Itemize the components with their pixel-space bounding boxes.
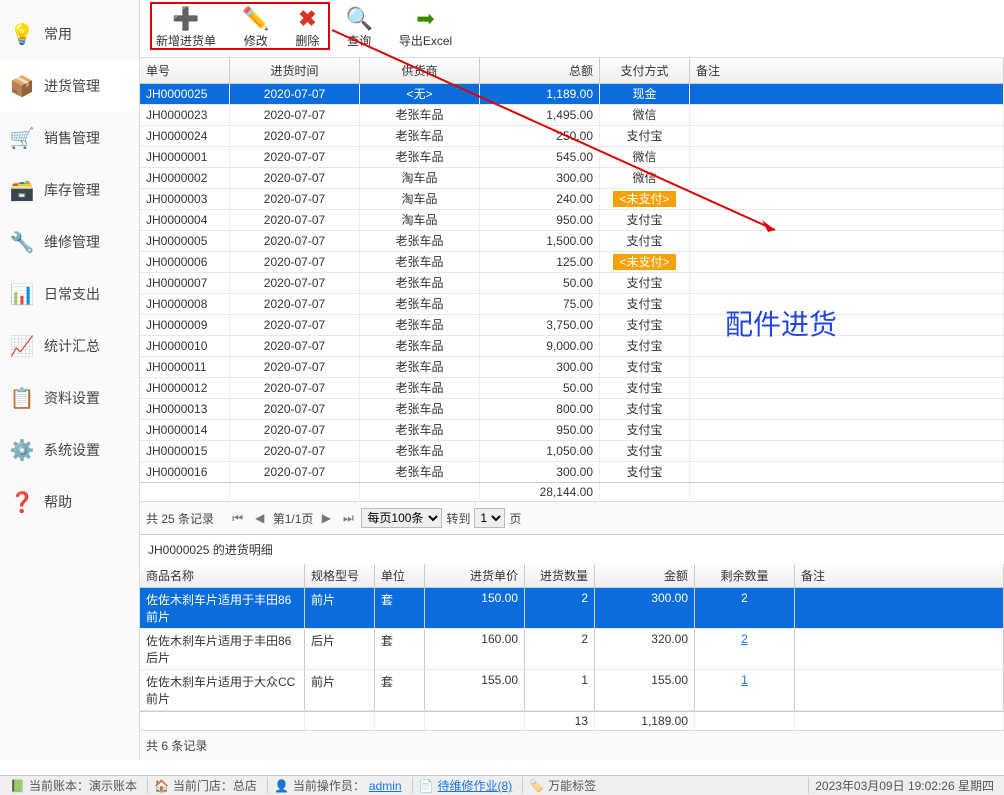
toolbar: ➕新增进货单 ✏️修改 ✖删除 🔍查询 ➡导出Excel bbox=[140, 0, 1004, 58]
sidebar-icon: ⚙️ bbox=[10, 438, 34, 462]
sb-store[interactable]: 🏠 当前门店：总店 bbox=[147, 777, 263, 794]
sidebar-label: 统计汇总 bbox=[44, 336, 100, 356]
table-row[interactable]: JH00000152020-07-07老张车品1,050.00支付宝 bbox=[140, 441, 1004, 462]
pager-size[interactable]: 每页100条 bbox=[361, 508, 442, 528]
sidebar-item-6[interactable]: 📈 统计汇总 bbox=[0, 320, 139, 372]
table-row[interactable]: JH00000062020-07-07老张车品125.00<未支付> bbox=[140, 252, 1004, 273]
sidebar-item-8[interactable]: ⚙️ 系统设置 bbox=[0, 424, 139, 476]
sidebar-icon: 📋 bbox=[10, 386, 34, 410]
sidebar-item-2[interactable]: 🛒 销售管理 bbox=[0, 112, 139, 164]
table-row[interactable]: JH00000122020-07-07老张车品50.00支付宝 bbox=[140, 378, 1004, 399]
sidebar-icon: 🗃️ bbox=[10, 178, 34, 202]
detail-body[interactable]: 佐佐木刹车片适用于丰田86 前片前片套150.002300.002佐佐木刹车片适… bbox=[140, 588, 1004, 711]
sidebar-icon: 📈 bbox=[10, 334, 34, 358]
table-row[interactable]: JH00000132020-07-07老张车品800.00支付宝 bbox=[140, 399, 1004, 420]
sb-labels[interactable]: 🏷️ 万能标签 bbox=[522, 777, 602, 794]
table-row[interactable]: JH00000092020-07-07老张车品3,750.00支付宝 bbox=[140, 315, 1004, 336]
sidebar: 💡 常用 📦 进货管理 🛒 销售管理 🗃️ 库存管理 🔧 维修管理 📊 日常支出 📈 统计汇总 📋 资料设置 ⚙… bbox=[0, 0, 140, 760]
table-row[interactable]: JH00000252020-07-07<无>1,189.00现金 bbox=[140, 84, 1004, 105]
sidebar-item-0[interactable]: 💡 常用 bbox=[0, 8, 139, 60]
sb-account[interactable]: 📗 当前账本：演示账本 bbox=[4, 777, 143, 794]
add-button[interactable]: ➕新增进货单 bbox=[152, 6, 220, 51]
detail-row[interactable]: 佐佐木刹车片适用于大众CC 前片前片套155.001155.001 bbox=[140, 670, 1004, 711]
col-amount[interactable]: 总额 bbox=[480, 58, 600, 83]
sb-pending[interactable]: 📄 待维修作业(8) bbox=[412, 777, 519, 794]
sidebar-icon: 📦 bbox=[10, 74, 34, 98]
sidebar-icon: 🛒 bbox=[10, 126, 34, 150]
col-date[interactable]: 进货时间 bbox=[230, 58, 360, 83]
sidebar-label: 帮助 bbox=[44, 492, 72, 512]
table-row[interactable]: JH00000072020-07-07老张车品50.00支付宝 bbox=[140, 273, 1004, 294]
sidebar-icon: 📊 bbox=[10, 282, 34, 306]
pager-first[interactable]: ⏮ bbox=[229, 509, 247, 527]
sidebar-label: 进货管理 bbox=[44, 76, 100, 96]
col-supplier[interactable]: 供货商 bbox=[360, 58, 480, 83]
sidebar-item-3[interactable]: 🗃️ 库存管理 bbox=[0, 164, 139, 216]
grid-footer: 28,144.00 bbox=[140, 482, 1004, 501]
detail-footer: 13 1,189.00 bbox=[140, 711, 1004, 730]
grid-header: 单号 进货时间 供货商 总额 支付方式 备注 bbox=[140, 58, 1004, 84]
sidebar-icon: ❓ bbox=[10, 490, 34, 514]
sb-operator[interactable]: 👤 当前操作员：admin bbox=[267, 777, 408, 794]
table-row[interactable]: JH00000142020-07-07老张车品950.00支付宝 bbox=[140, 420, 1004, 441]
table-row[interactable]: JH00000242020-07-07老张车品250.00支付宝 bbox=[140, 126, 1004, 147]
pencil-icon: ✏️ bbox=[242, 8, 269, 30]
sidebar-label: 日常支出 bbox=[44, 284, 100, 304]
col-payment[interactable]: 支付方式 bbox=[600, 58, 690, 83]
table-row[interactable]: JH00000022020-07-07淘车品300.00微信 bbox=[140, 168, 1004, 189]
sb-datetime: 2023年03月09日 19:02:26 星期四 bbox=[808, 777, 1000, 794]
pager-next[interactable]: ▶ bbox=[317, 509, 335, 527]
table-row[interactable]: JH00000052020-07-07老张车品1,500.00支付宝 bbox=[140, 231, 1004, 252]
sidebar-item-7[interactable]: 📋 资料设置 bbox=[0, 372, 139, 424]
sidebar-icon: 💡 bbox=[10, 22, 34, 46]
arrow-right-icon: ➡ bbox=[416, 8, 434, 30]
grid-total-amount: 28,144.00 bbox=[480, 483, 600, 501]
table-row[interactable]: JH00000082020-07-07老张车品75.00支付宝 bbox=[140, 294, 1004, 315]
detail-row[interactable]: 佐佐木刹车片适用于丰田86 后片后片套160.002320.002 bbox=[140, 629, 1004, 670]
query-button[interactable]: 🔍查询 bbox=[341, 6, 376, 51]
detail-pager: 共 6 条记录 bbox=[140, 730, 1004, 760]
sidebar-item-9[interactable]: ❓ 帮助 bbox=[0, 476, 139, 528]
sidebar-label: 系统设置 bbox=[44, 440, 100, 460]
status-bar: 📗 当前账本：演示账本 🏠 当前门店：总店 👤 当前操作员：admin 📄 待维… bbox=[0, 775, 1004, 795]
sidebar-label: 常用 bbox=[44, 24, 72, 44]
pager-jump[interactable]: 1 bbox=[474, 508, 505, 528]
col-order[interactable]: 单号 bbox=[140, 58, 230, 83]
sidebar-label: 资料设置 bbox=[44, 388, 100, 408]
sidebar-label: 库存管理 bbox=[44, 180, 100, 200]
magnify-icon: 🔍 bbox=[345, 8, 372, 30]
pager-last[interactable]: ⏭ bbox=[339, 509, 357, 527]
table-row[interactable]: JH00000232020-07-07老张车品1,495.00微信 bbox=[140, 105, 1004, 126]
sidebar-item-5[interactable]: 📊 日常支出 bbox=[0, 268, 139, 320]
plus-circle-icon: ➕ bbox=[172, 8, 199, 30]
detail-title: JH0000025 的进货明细 bbox=[140, 534, 1004, 564]
detail-row[interactable]: 佐佐木刹车片适用于丰田86 前片前片套150.002300.002 bbox=[140, 588, 1004, 629]
export-button[interactable]: ➡导出Excel bbox=[395, 6, 456, 51]
sidebar-item-1[interactable]: 📦 进货管理 bbox=[0, 60, 139, 112]
sidebar-icon: 🔧 bbox=[10, 230, 34, 254]
table-row[interactable]: JH00000012020-07-07老张车品545.00微信 bbox=[140, 147, 1004, 168]
sidebar-item-4[interactable]: 🔧 维修管理 bbox=[0, 216, 139, 268]
pager-total: 共 25 条记录 bbox=[146, 510, 214, 527]
x-icon: ✖ bbox=[298, 8, 316, 30]
table-row[interactable]: JH00000162020-07-07老张车品300.00支付宝 bbox=[140, 462, 1004, 482]
col-note[interactable]: 备注 bbox=[690, 58, 1004, 83]
pager-prev[interactable]: ◀ bbox=[251, 509, 269, 527]
table-row[interactable]: JH00000032020-07-07淘车品240.00<未支付> bbox=[140, 189, 1004, 210]
table-row[interactable]: JH00000042020-07-07淘车品950.00支付宝 bbox=[140, 210, 1004, 231]
table-row[interactable]: JH00000112020-07-07老张车品300.00支付宝 bbox=[140, 357, 1004, 378]
table-row[interactable]: JH00000102020-07-07老张车品9,000.00支付宝 bbox=[140, 336, 1004, 357]
edit-button[interactable]: ✏️修改 bbox=[238, 6, 273, 51]
delete-button[interactable]: ✖删除 bbox=[291, 6, 323, 51]
pager: 共 25 条记录 ⏮ ◀ 第1/1页 ▶ ⏭ 每页100条 转到 1 页 bbox=[140, 501, 1004, 534]
sidebar-label: 销售管理 bbox=[44, 128, 100, 148]
detail-header: 商品名称 规格型号 单位 进货单价 进货数量 金额 剩余数量 备注 bbox=[140, 564, 1004, 588]
pager-page: 第1/1页 bbox=[273, 510, 314, 527]
sidebar-label: 维修管理 bbox=[44, 232, 100, 252]
grid-body[interactable]: JH00000252020-07-07<无>1,189.00现金JH000002… bbox=[140, 84, 1004, 482]
